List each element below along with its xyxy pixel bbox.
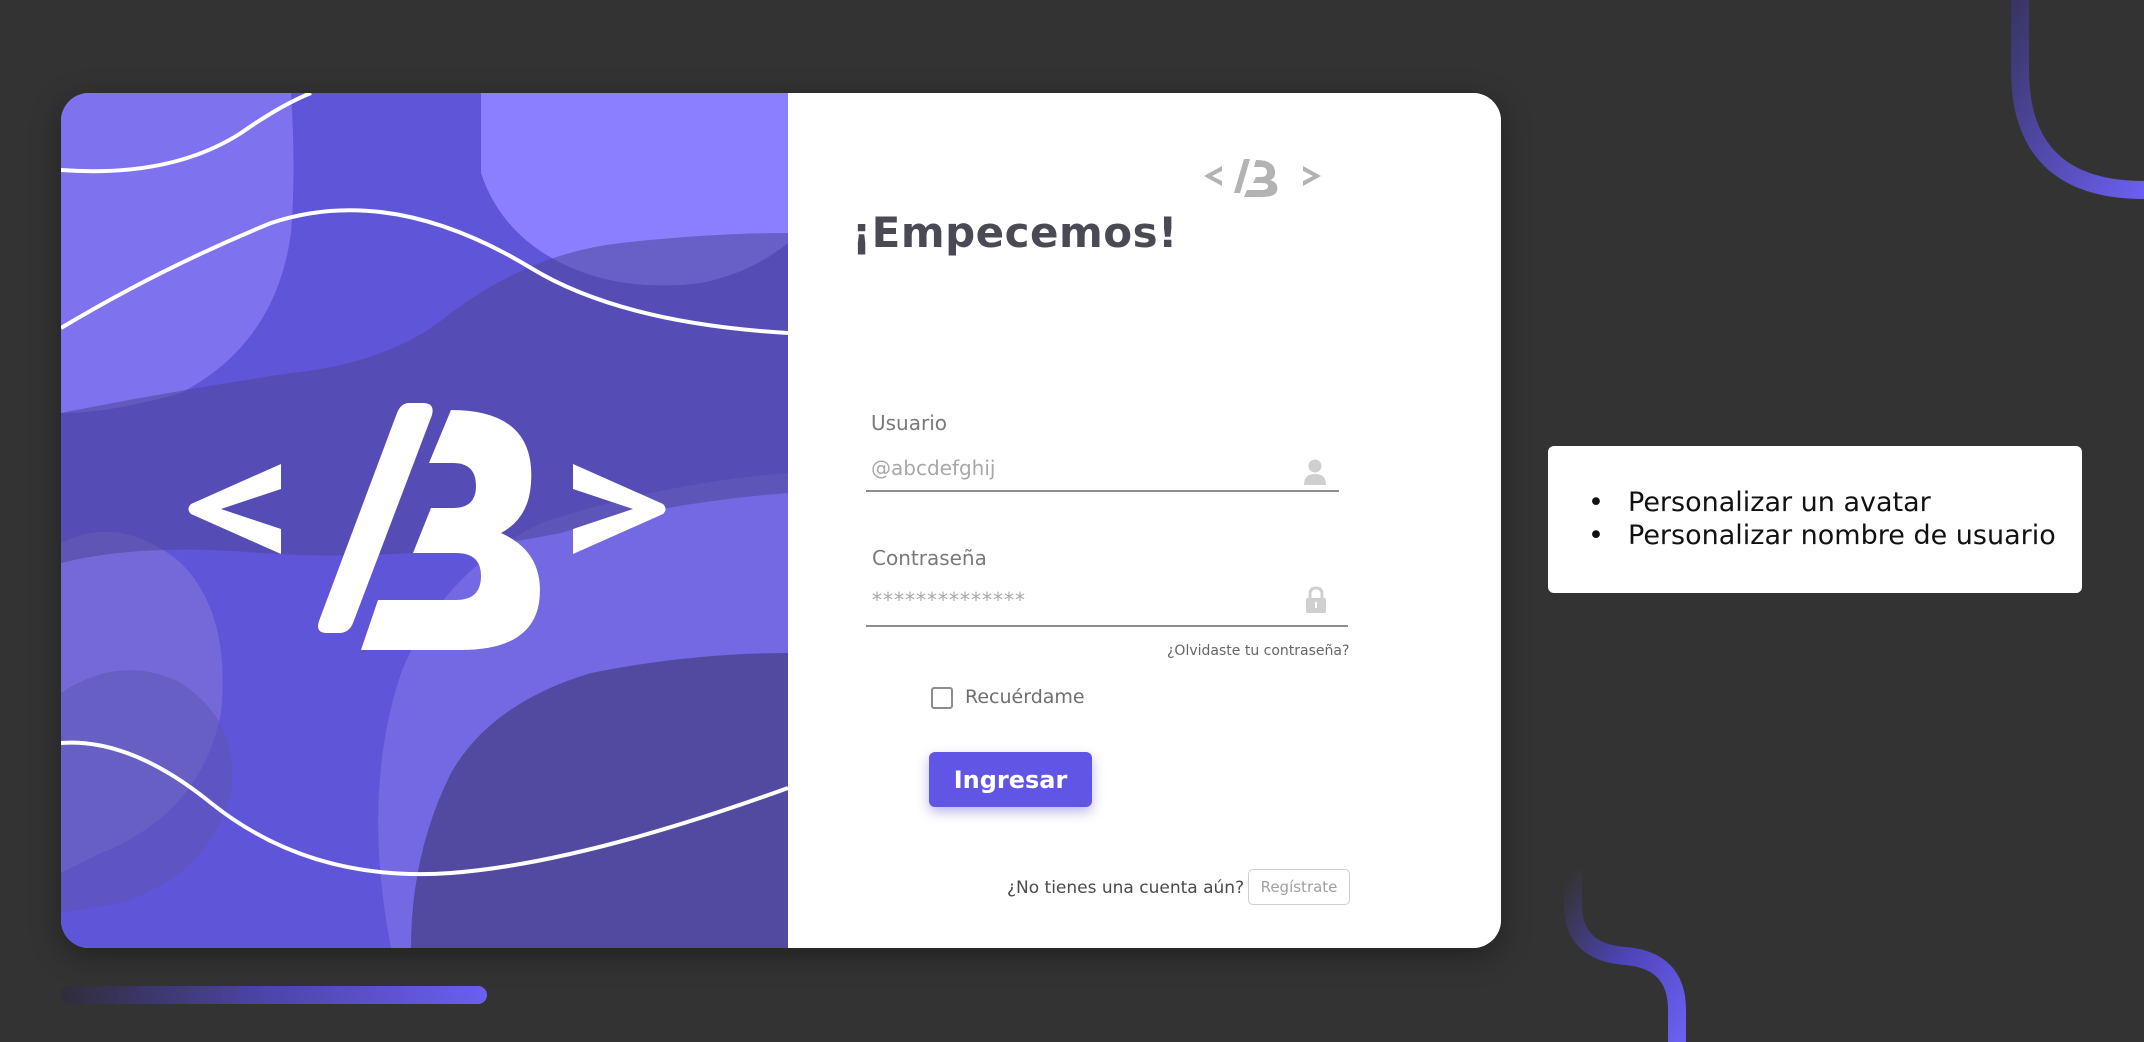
brand-logo-small (1204, 159, 1321, 197)
feature-item-avatar: Personalizar un avatar (1588, 486, 2056, 519)
username-underline (866, 490, 1339, 492)
decorative-curve-bottom (1564, 870, 1686, 1042)
password-input[interactable] (872, 585, 1292, 615)
password-underline (866, 625, 1348, 627)
password-label: Contraseña (872, 546, 987, 570)
decorative-gradient-bar (61, 986, 487, 1004)
feature-item-username: Personalizar nombre de usuario (1588, 519, 2056, 552)
register-button[interactable]: Regístrate (1248, 869, 1350, 905)
no-account-text: ¿No tienes una cuenta aún? (1007, 878, 1245, 898)
remember-me-checkbox[interactable] (931, 687, 953, 709)
remember-me-label: Recuérdame (965, 686, 1085, 708)
decorative-curve-top-right (2011, 0, 2144, 199)
page-title: ¡Empecemos! (852, 208, 1178, 257)
brand-artwork (61, 93, 788, 948)
features-list: Personalizar un avatar Personalizar nomb… (1588, 486, 2056, 552)
features-note: Personalizar un avatar Personalizar nomb… (1548, 446, 2082, 593)
username-input[interactable] (871, 453, 1291, 483)
user-icon (1304, 459, 1326, 485)
login-card (61, 93, 1501, 948)
forgot-password-link[interactable]: ¿Olvidaste tu contraseña? (1167, 643, 1349, 659)
submit-button[interactable]: Ingresar (929, 752, 1092, 807)
lock-icon (1306, 586, 1326, 613)
username-label: Usuario (871, 411, 948, 435)
